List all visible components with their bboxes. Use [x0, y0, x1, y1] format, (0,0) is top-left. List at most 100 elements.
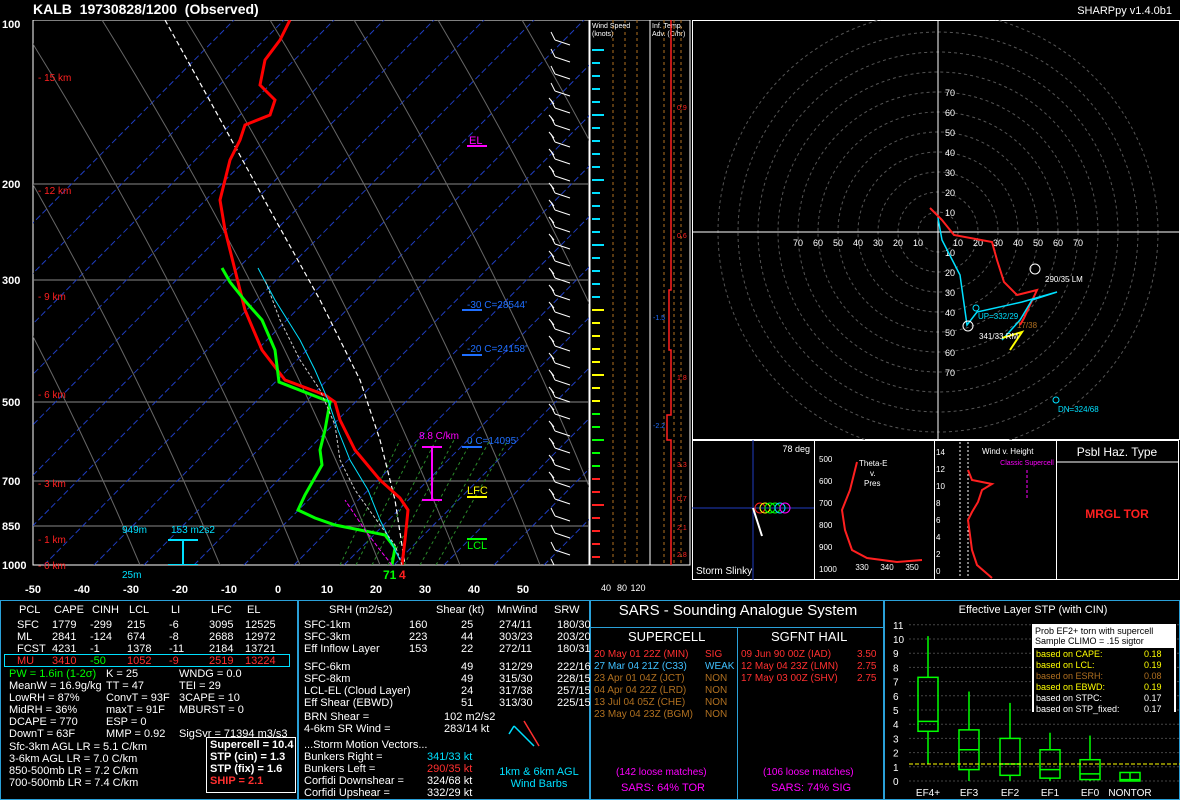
height-label: - 3 km: [38, 479, 66, 490]
kin-mnwind: 303/23: [499, 631, 533, 643]
hodo-ring-label: 20: [893, 238, 903, 248]
stp-ylabel: 1: [893, 763, 899, 774]
dn-label: DN=324/68: [1058, 405, 1099, 414]
kin-label: Eff Inflow Layer: [304, 643, 380, 655]
sars-hl-row: 09 Jun 90 00Z (IAD): [741, 649, 832, 660]
kinematics-panel: SRH (m2/s2) Shear (kt) MnWind SRW SFC-1km 160…: [298, 600, 591, 800]
pressure-label: 1000: [2, 560, 26, 572]
smv-value: 324/68 kt: [427, 775, 473, 787]
height-label: - 12 km: [38, 186, 71, 197]
haz-value: MRGL TOR: [1085, 507, 1149, 521]
temp-label: -20: [172, 584, 188, 596]
hodo-ring-label: 50: [833, 238, 843, 248]
smv-label: Bunkers Right =: [304, 751, 383, 763]
ita-value: 1.8: [677, 375, 687, 382]
kin-header: SRH (m2/s2): [329, 604, 393, 616]
stp-cat: EF4+: [916, 788, 940, 799]
thermo-cell: ML: [17, 631, 33, 643]
thermo-b: TT = 47: [106, 680, 145, 692]
thermo-b: K = 25: [106, 668, 139, 680]
windhgt-label: 14: [936, 448, 945, 457]
pressure-label: 850: [2, 521, 20, 533]
ita-value: 2.1: [677, 525, 687, 532]
barb-icon-svg: [508, 720, 540, 747]
kin-srw: 225/15: [557, 697, 591, 709]
windhgt-label: 4: [936, 533, 941, 542]
kin-label: LCL-EL (Cloud Layer): [304, 685, 411, 697]
windhgt-label: 6: [936, 516, 941, 525]
barb-1km-flag: [508, 725, 515, 735]
thermo-cell: 2841: [52, 631, 77, 643]
kin-label: Eff Shear (EBWD): [304, 697, 394, 709]
sars-hl-row: 12 May 04 23Z (LMN): [741, 661, 839, 672]
sars-sc-tag: NON: [705, 673, 728, 684]
smv-label: Bunkers Left =: [304, 763, 376, 775]
up-label: UP=332/29: [978, 312, 1019, 321]
sars-sc-tag: NON: [705, 697, 728, 708]
thermo-a: MidRH = 36%: [9, 704, 78, 716]
composite-index: SHIP = 2.1: [210, 775, 264, 787]
sars-hl-val: 3.50: [857, 649, 877, 660]
kin-label: SFC-3km: [304, 631, 351, 643]
sars-sc-row: 23 Apr 01 04Z (JCT): [594, 673, 685, 684]
thermo-c: TEI = 29: [179, 680, 221, 692]
kin-mnwind: 272/11: [499, 643, 532, 655]
stp-ylabel: 7: [893, 678, 899, 689]
thermo-a: LowRH = 87%: [9, 692, 80, 704]
sars-sc-row: 20 May 01 22Z (MIN): [594, 649, 689, 660]
kin-shear: 49: [461, 673, 474, 685]
thermo-b: ConvT = 93F: [106, 692, 170, 704]
thermo-c: WNDG = 0.0: [179, 668, 242, 680]
stp-ylabel: 8: [893, 663, 899, 674]
hodo-ring-label: 30: [945, 288, 955, 298]
kin-shear: 24: [461, 685, 474, 697]
hodograph-panel[interactable]: 1010101020202020303030304040404050505050…: [692, 20, 1180, 440]
pressure-label: 500: [2, 397, 20, 409]
sfc-temp: 4: [399, 568, 406, 582]
smv-value: 341/33 kt: [427, 751, 473, 763]
temp-label: -30: [123, 584, 139, 596]
el-label: EL: [469, 135, 482, 147]
smv-value: 332/29 kt: [427, 787, 473, 799]
sars-panel: SARS - Sounding Analogue System SUPERCELL…: [590, 600, 885, 800]
esrh-height: 949m: [122, 525, 147, 536]
stp-prob-row: based on EBWD: 0.19: [1034, 681, 1174, 692]
stp-prob-row: based on LCL: 0.19: [1034, 659, 1174, 670]
sars-sc-row: 23 May 04 23Z (BGM): [594, 709, 693, 720]
ita-title: Inf. Temp.: [652, 23, 683, 30]
height-label: - 9 km: [38, 292, 66, 303]
insets-row: 78 deg Storm Slinky 500 600 700 800 900 1000 330…: [692, 440, 1179, 580]
skewt-panel[interactable]: 1002003005007008501000- 15 km- 12 km- 9 …: [0, 20, 592, 600]
hodo-ring-label: 10: [945, 208, 955, 218]
stp-cat: EF2: [1001, 788, 1020, 799]
kin-shear: 25: [461, 619, 474, 631]
ita-value: 2.8: [677, 552, 687, 559]
hodo-ring-label: 40: [1013, 238, 1023, 248]
composite-index: Supercell = 10.4: [210, 739, 294, 751]
windhgt-label: 10: [936, 482, 945, 491]
thetae-x-label: 340: [880, 563, 894, 572]
thetae-title: v.: [870, 469, 876, 478]
stp-ylabel: 3: [893, 734, 899, 745]
sars-hl-val: 2.75: [857, 661, 877, 672]
stp-prob-box: Prob EF2+ torn with supercell Sample CLIM…: [1031, 623, 1177, 714]
kin-shear: 44: [461, 631, 474, 643]
smv-title: ...Storm Motion Vectors...: [304, 739, 428, 751]
stp-ylabel: 0: [893, 777, 899, 788]
thermo-header: PCL: [19, 604, 41, 616]
thermo-cell: 2688: [209, 631, 234, 643]
title-bar: KALB 19730828/1200 (Observed) SHARPpy v1…: [0, 0, 1180, 20]
stp-ylabel: 6: [893, 692, 899, 703]
sars-title: SARS - Sounding Analogue System: [618, 602, 858, 619]
sars-divider: [737, 627, 738, 799]
thetae-title: Theta-E: [859, 459, 887, 468]
sars-hl-loose: (106 loose matches): [763, 767, 854, 778]
thermo-b: ESP = 0: [106, 716, 147, 728]
stp-prob-row: based on CAPE: 0.18: [1034, 648, 1174, 659]
ita-value: -2.2: [653, 423, 665, 430]
windhgt-label: 12: [936, 465, 945, 474]
hodo-ring-label: 50: [1033, 238, 1043, 248]
ita-value: 3.3: [677, 462, 687, 469]
srwind-value: 283/14 kt: [444, 723, 490, 735]
hodo-ring-label: 30: [945, 168, 955, 178]
